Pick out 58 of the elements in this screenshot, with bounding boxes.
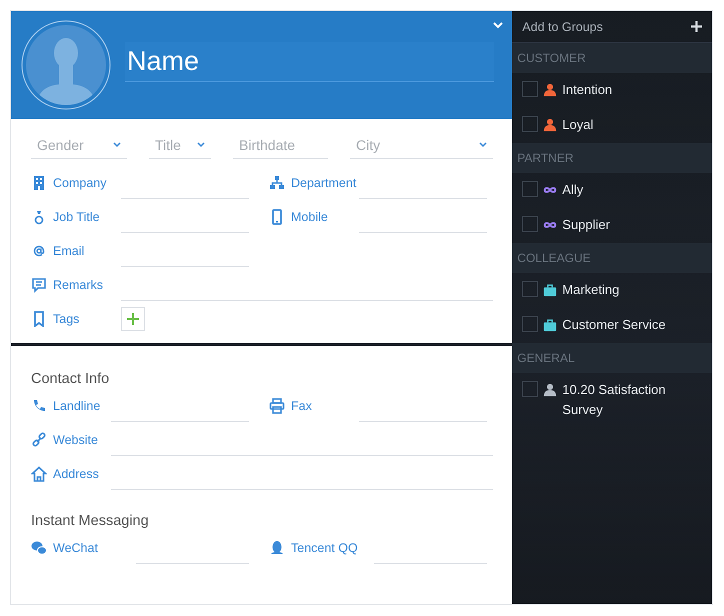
section-title: Contact Info: [31, 370, 110, 389]
group-name: Supplier: [562, 216, 610, 234]
house-icon: [31, 466, 47, 482]
group-header: GENERAL: [512, 343, 712, 373]
field-label: Fax: [269, 396, 359, 416]
building-icon: [31, 175, 47, 191]
group-name: Customer Service: [562, 316, 666, 334]
at-sign-icon: [31, 243, 47, 259]
phone-icon: [31, 398, 47, 414]
checkbox[interactable]: [522, 316, 538, 332]
group-name: Intention: [562, 81, 612, 99]
checkbox[interactable]: [522, 181, 538, 197]
bookmark-icon: [31, 311, 47, 327]
dropdown[interactable]: Gender: [31, 131, 127, 159]
field-label: Landline: [31, 396, 111, 416]
group-name: Loyal: [562, 116, 594, 134]
chevron-down-icon: [479, 142, 488, 148]
field-label: Tags: [31, 309, 121, 329]
link-icon: [31, 432, 47, 448]
plus-icon: [127, 313, 139, 325]
dropdown[interactable]: Title: [149, 131, 211, 159]
chat-icon: [31, 540, 47, 556]
group-name: Marketing: [562, 281, 620, 299]
add-tag-button[interactable]: [121, 307, 145, 331]
printer-icon: [269, 398, 285, 414]
field-label: Job Title: [31, 207, 121, 227]
date-field[interactable]: Birthdate: [233, 131, 328, 159]
dropdown[interactable]: City: [350, 131, 494, 159]
group-name: Ally: [562, 181, 584, 199]
field-label: Address: [31, 464, 111, 484]
group-name: 10.20 Satisfaction Survey: [562, 381, 667, 419]
checkbox[interactable]: [522, 116, 538, 132]
group-header: PARTNER: [512, 143, 712, 173]
checkbox[interactable]: [522, 281, 538, 297]
group-header: COLLEAGUE: [512, 243, 712, 273]
phone-icon: [269, 209, 285, 225]
checkbox[interactable]: [522, 216, 538, 232]
field-label: WeChat: [31, 538, 136, 558]
chevron-down-icon: [197, 142, 205, 148]
chevron-down-icon: [113, 142, 121, 148]
field-label: Tencent QQ: [269, 538, 374, 558]
section-title: Instant Messaging: [31, 512, 150, 531]
checkbox[interactable]: [522, 381, 538, 397]
chevron-down-icon[interactable]: [493, 21, 504, 29]
field-label: Website: [31, 430, 111, 450]
name-field[interactable]: Name: [125, 42, 494, 82]
field-label: Mobile: [269, 207, 359, 227]
panel-title: Add to Groups: [522, 20, 603, 34]
checkbox[interactable]: [522, 81, 538, 97]
hierarchy-icon: [269, 175, 285, 191]
group-header: CUSTOMER: [512, 43, 712, 73]
field-label: Email: [31, 241, 121, 261]
plus-icon[interactable]: [691, 21, 702, 32]
field-label: Department: [269, 173, 359, 193]
field-label: Remarks: [31, 275, 121, 295]
penguin-icon: [269, 540, 285, 556]
field-label: Company: [31, 173, 121, 193]
comment-icon: [31, 277, 47, 293]
